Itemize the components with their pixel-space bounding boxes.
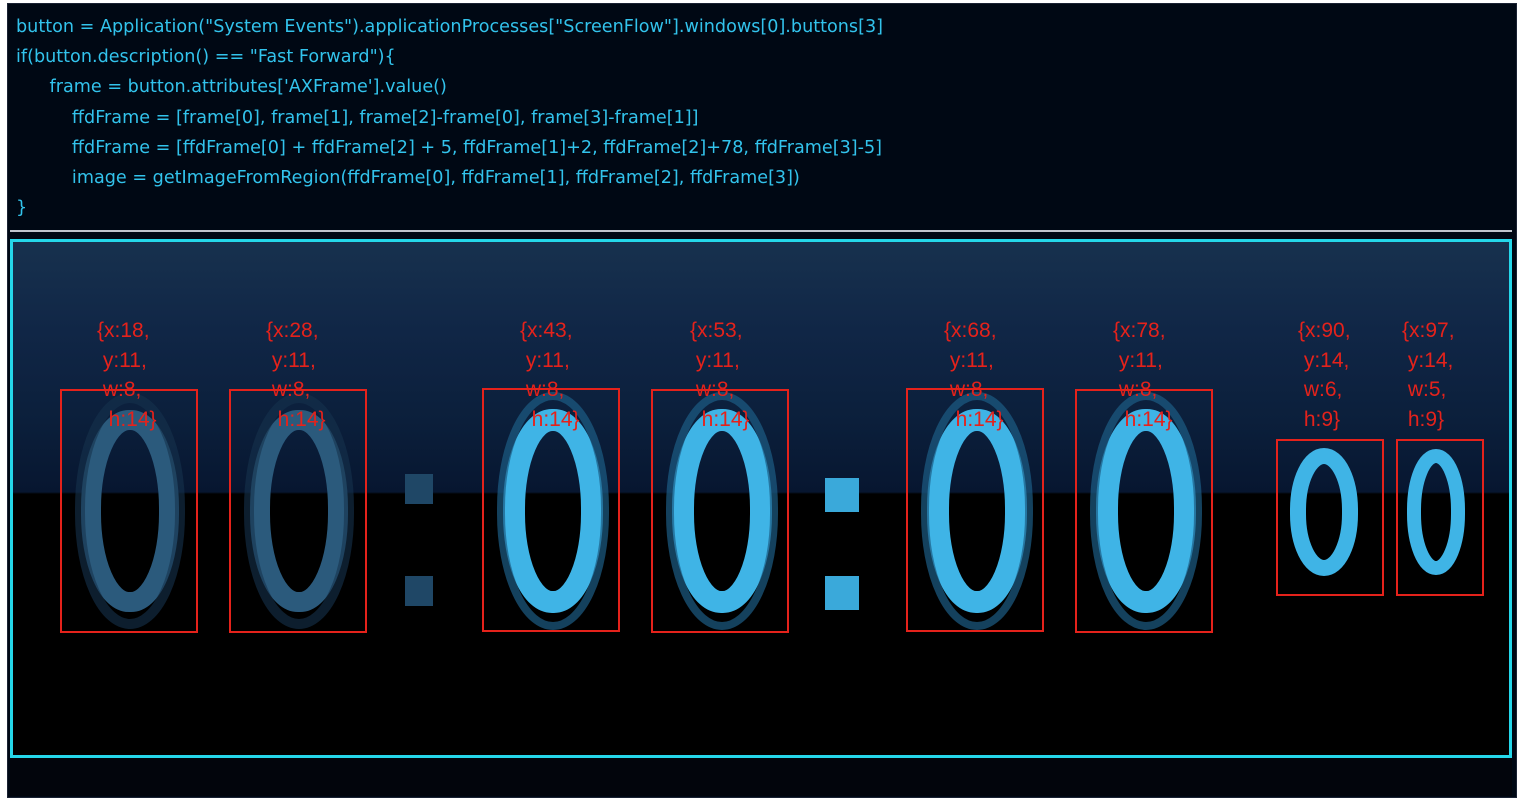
code-line: button = Application("System Events").ap… — [16, 17, 884, 37]
timecode-colon — [405, 474, 433, 606]
frame-annotation: {x:53, y:11, w:8, h:14} — [690, 319, 750, 431]
code-line: if(button.description() == "Fast Forward… — [16, 47, 396, 68]
timecode-colon — [825, 478, 859, 610]
code-line: frame = button.attributes['AXFrame'].val… — [16, 77, 447, 98]
frame-annotation: {x:97, y:14, w:5, h:9} — [1402, 319, 1455, 431]
code-line: ffdFrame = [ffdFrame[0] + ffdFrame[2] + … — [16, 137, 883, 158]
timecode-capture-panel: {x:18, y:11, w:8, h:14} {x:28, y:11, w:8… — [10, 239, 1512, 758]
section-divider — [10, 230, 1512, 232]
frame-annotation: {x:68, y:11, w:8, h:14} — [944, 319, 1004, 431]
frame-annotation: {x:18, y:11, w:8, h:14} — [97, 319, 157, 431]
code-line: ffdFrame = [frame[0], frame[1], frame[2]… — [16, 107, 699, 128]
code-line: image = getImageFromRegion(ffdFrame[0], … — [16, 168, 800, 189]
frame-annotation: {x:90, y:14, w:6, h:9} — [1298, 319, 1351, 431]
code-block: button = Application("System Events").ap… — [16, 12, 1496, 223]
frame-annotation: {x:28, y:11, w:8, h:14} — [266, 319, 326, 431]
frame-annotation: {x:43, y:11, w:8, h:14} — [520, 319, 580, 431]
bottom-strip — [10, 758, 1512, 796]
frame-annotation: {x:78, y:11, w:8, h:14} — [1113, 319, 1173, 431]
code-line: } — [16, 198, 28, 219]
